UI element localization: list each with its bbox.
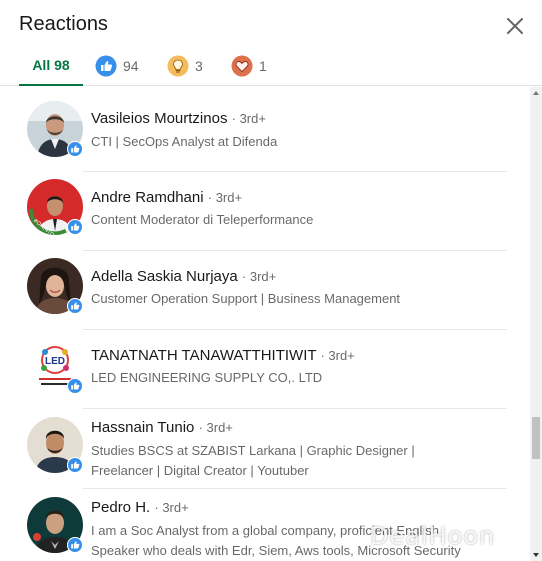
name-line: Andre Ramdhani · 3rd+ bbox=[91, 189, 242, 206]
scrollbar[interactable] bbox=[530, 87, 542, 561]
modal-header: Reactions bbox=[0, 0, 542, 50]
person-name[interactable]: Adella Saskia Nurjaya bbox=[91, 268, 238, 285]
connection-degree: · 3rd+ bbox=[231, 111, 266, 126]
tab-all-label: All 98 bbox=[32, 57, 70, 73]
name-line: Vasileios Mourtzinos · 3rd+ bbox=[91, 110, 266, 127]
watermark: DealHoon bbox=[370, 522, 496, 550]
name-line: Hassnain Tunio · 3rd+ bbox=[91, 419, 233, 436]
love-icon bbox=[231, 55, 253, 77]
person-name[interactable]: Hassnain Tunio bbox=[91, 419, 194, 436]
connection-degree: · 3rd+ bbox=[241, 269, 277, 284]
person-headline: Content Moderator di Teleperformance bbox=[91, 212, 314, 227]
like-icon bbox=[67, 298, 83, 314]
list-item[interactable]: #OPENTOWORK Andre Ramdhani · 3rd+ Conten… bbox=[0, 172, 530, 251]
close-icon bbox=[507, 18, 523, 34]
scrollbar-thumb[interactable] bbox=[532, 417, 540, 459]
headline-line: Freelancer | Digital Creator | Youtuber bbox=[91, 463, 309, 478]
connection-degree: · 3rd+ bbox=[154, 500, 189, 515]
list-item[interactable]: Vasileios Mourtzinos · 3rd+ CTI | SecOps… bbox=[0, 93, 530, 172]
like-icon bbox=[67, 378, 83, 394]
tab-love-count: 1 bbox=[259, 58, 267, 74]
list-item[interactable]: LED TANATNATH TANAWATTHITIWIT · 3rd+ LED… bbox=[0, 330, 530, 409]
list-item[interactable]: Adella Saskia Nurjaya · 3rd+ Customer Op… bbox=[0, 251, 530, 330]
scroll-down-icon[interactable] bbox=[532, 551, 540, 559]
connection-degree: · 3rd+ bbox=[320, 348, 355, 363]
modal-title: Reactions bbox=[19, 13, 108, 35]
insightful-icon bbox=[167, 55, 189, 77]
person-name[interactable]: TANATNATH TANAWATTHITIWIT bbox=[91, 347, 316, 364]
reactions-modal: Reactions All 98 94 3 1 Vasileios Mourtz… bbox=[0, 0, 542, 561]
headline-line: Studies BSCS at SZABIST Larkana | Graphi… bbox=[91, 443, 415, 458]
connection-degree: · 3rd+ bbox=[198, 420, 233, 435]
tab-like[interactable]: 94 bbox=[95, 46, 139, 86]
list-item[interactable]: Hassnain Tunio · 3rd+ Studies BSCS at SZ… bbox=[0, 409, 530, 489]
led-logo: LED bbox=[45, 356, 65, 367]
like-icon bbox=[67, 457, 83, 473]
like-icon bbox=[67, 537, 83, 553]
name-line: TANATNATH TANAWATTHITIWIT · 3rd+ bbox=[91, 347, 355, 364]
person-headline: CTI | SecOps Analyst at Difenda bbox=[91, 134, 278, 149]
person-name[interactable]: Pedro H. bbox=[91, 499, 150, 516]
reaction-tabs: All 98 94 3 1 bbox=[0, 46, 542, 86]
tab-insightful[interactable]: 3 bbox=[167, 46, 203, 86]
tab-love[interactable]: 1 bbox=[231, 46, 267, 86]
like-icon bbox=[67, 141, 83, 157]
close-button[interactable] bbox=[500, 11, 530, 41]
person-headline: LED ENGINEERING SUPPLY CO,. LTD bbox=[91, 370, 323, 385]
name-line: Adella Saskia Nurjaya · 3rd+ bbox=[91, 268, 276, 285]
tab-all[interactable]: All 98 bbox=[19, 46, 83, 86]
person-name[interactable]: Vasileios Mourtzinos bbox=[91, 110, 227, 127]
person-headline: Customer Operation Support | Business Ma… bbox=[91, 291, 401, 306]
like-icon bbox=[95, 55, 117, 77]
tab-insightful-count: 3 bbox=[195, 58, 203, 74]
name-line: Pedro H. · 3rd+ bbox=[91, 499, 189, 516]
tab-like-count: 94 bbox=[123, 58, 139, 74]
reactor-list: Vasileios Mourtzinos · 3rd+ CTI | SecOps… bbox=[0, 87, 530, 561]
like-icon bbox=[67, 219, 83, 235]
person-name[interactable]: Andre Ramdhani bbox=[91, 189, 204, 206]
connection-degree: · 3rd+ bbox=[207, 190, 243, 205]
person-headline: Studies BSCS at SZABIST Larkana | Graphi… bbox=[91, 441, 511, 481]
scroll-up-icon[interactable] bbox=[532, 89, 540, 97]
